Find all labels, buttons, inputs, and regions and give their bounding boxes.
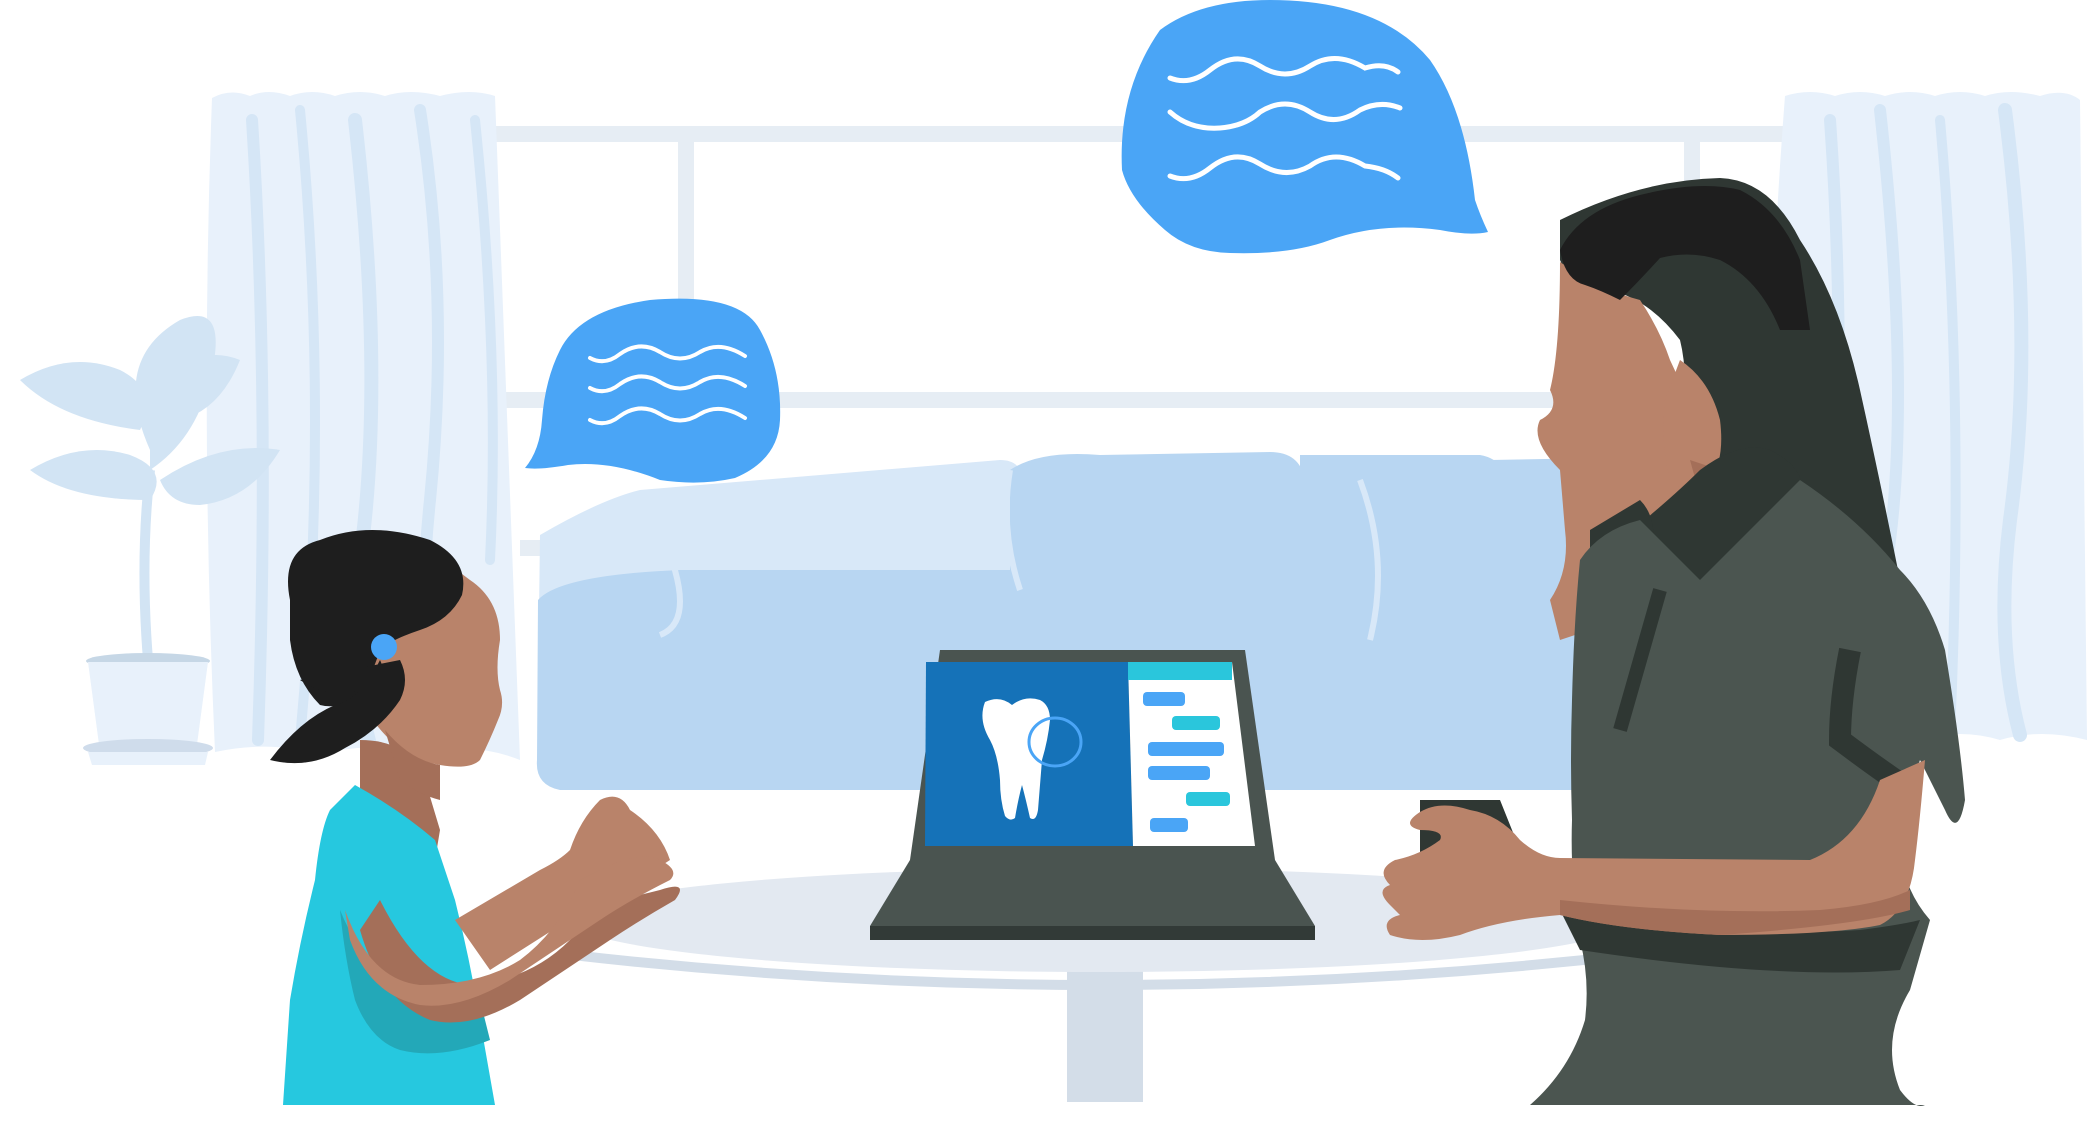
illustration-scene [20,0,2087,1106]
speech-bubble-icon [525,298,781,483]
speech-bubble-icon [1121,0,1488,254]
laptop-icon [870,650,1315,940]
hearing-aid-icon [371,634,397,660]
